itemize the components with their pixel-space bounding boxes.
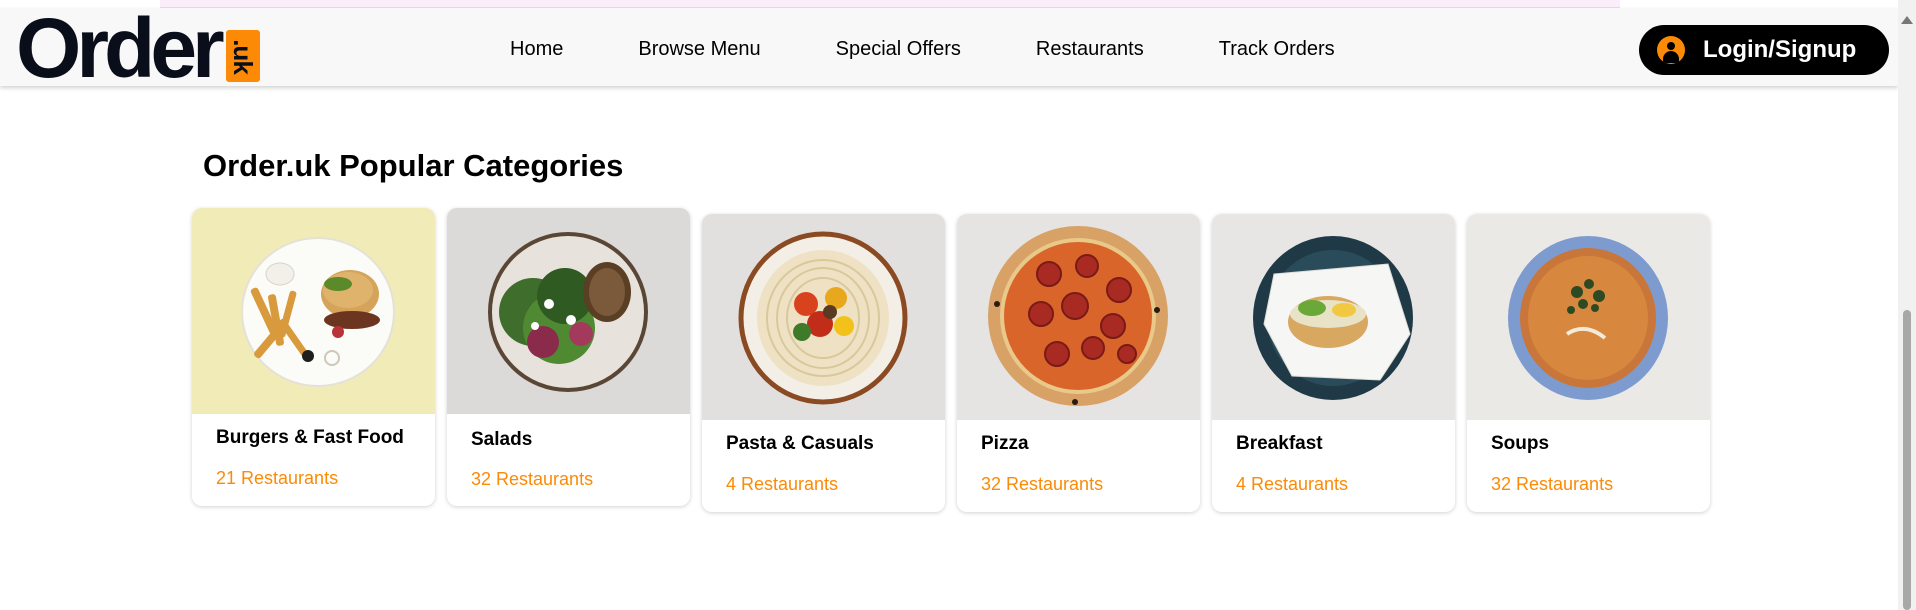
category-count: 32 Restaurants <box>471 469 594 489</box>
category-count: 4 Restaurants <box>726 474 839 494</box>
category-name: Pasta & Casuals <box>726 433 874 454</box>
category-image-breakfast <box>1212 214 1455 420</box>
scrollbar[interactable] <box>1898 0 1916 610</box>
nav-browse-menu[interactable]: Browse Menu <box>638 38 760 61</box>
nav-restaurants[interactable]: Restaurants <box>1036 38 1144 61</box>
category-count: 32 Restaurants <box>1491 474 1614 494</box>
category-image-burgers <box>192 208 435 414</box>
user-icon <box>1657 36 1685 64</box>
category-name: Soups <box>1491 433 1550 454</box>
login-signup-label: Login/Signup <box>1703 36 1857 63</box>
logo[interactable]: Order .uk <box>16 1 260 95</box>
category-name: Salads <box>471 429 533 450</box>
nav-home[interactable]: Home <box>510 38 563 61</box>
category-image-pizza <box>957 214 1200 420</box>
scroll-up-icon[interactable] <box>1901 16 1913 24</box>
main-nav: Home Browse Menu Special Offers Restaura… <box>510 8 1410 90</box>
logo-text: Order <box>16 1 225 95</box>
logo-badge-text: .uk <box>228 38 259 74</box>
scrollbar-thumb[interactable] <box>1903 310 1911 610</box>
nav-special-offers[interactable]: Special Offers <box>836 38 961 61</box>
category-count: 32 Restaurants <box>981 474 1104 494</box>
category-name: Breakfast <box>1236 433 1323 454</box>
category-card-soups[interactable]: Soups 32 Restaurants <box>1467 214 1710 512</box>
section-title: Order.uk Popular Categories <box>203 148 624 183</box>
category-count: 4 Restaurants <box>1236 474 1349 494</box>
category-card-pizza[interactable]: Pizza 32 Restaurants <box>957 214 1200 512</box>
nav-track-orders[interactable]: Track Orders <box>1219 38 1335 61</box>
category-name: Pizza <box>981 433 1029 454</box>
category-image-salads <box>447 208 690 414</box>
category-image-pasta <box>702 214 945 420</box>
navbar: Order .uk Home Browse Menu Special Offer… <box>0 1 1898 95</box>
category-card-burgers[interactable]: Burgers & Fast Food 21 Restaurants <box>192 208 435 506</box>
category-card-breakfast[interactable]: Breakfast 4 Restaurants <box>1212 214 1455 512</box>
category-image-soups <box>1467 214 1710 420</box>
logo-badge: .uk <box>225 30 260 82</box>
category-card-salads[interactable]: Salads 32 Restaurants <box>447 208 690 506</box>
category-count: 21 Restaurants <box>216 468 339 488</box>
login-signup-button[interactable]: Login/Signup <box>1639 25 1889 75</box>
category-card-pasta[interactable]: Pasta & Casuals 4 Restaurants <box>702 214 945 512</box>
top-strip <box>160 0 1620 8</box>
category-name: Burgers & Fast Food <box>216 427 404 448</box>
